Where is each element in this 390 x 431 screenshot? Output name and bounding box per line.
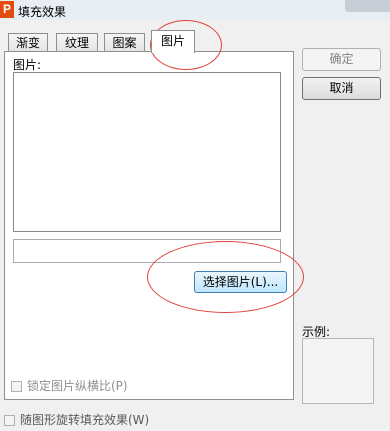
picture-path-field [13,239,281,263]
cancel-button[interactable]: 取消 [302,77,381,100]
window-title: 填充效果 [18,5,67,19]
sample-preview [302,338,374,404]
tab-gradient[interactable]: 渐变 [8,33,48,52]
tab-pattern[interactable]: 图案 [104,33,145,52]
title-bar: P 填充效果 [0,0,390,20]
tab-picture[interactable]: 图片 [151,30,195,53]
window-close-button[interactable] [345,0,390,12]
rotate-with-shape-label: 随图形旋转填充效果(W) [20,413,150,427]
lock-aspect-ratio-checkbox[interactable] [11,381,22,392]
app-logo-icon: P [0,1,14,18]
select-picture-button[interactable]: 选择图片(L)... [194,271,287,293]
rotate-with-shape-checkbox[interactable] [4,415,15,426]
tab-texture[interactable]: 纹理 [56,33,98,52]
ok-button[interactable]: 确定 [302,48,381,71]
picture-preview [13,72,281,232]
lock-aspect-ratio-label: 锁定图片纵横比(P) [27,379,128,393]
lock-aspect-ratio-option[interactable]: 锁定图片纵横比(P) [11,377,128,394]
picture-label: 图片: [13,58,42,72]
rotate-with-shape-option[interactable]: 随图形旋转填充效果(W) [4,411,149,428]
picture-tab-panel: 图片: 选择图片(L)... 锁定图片纵横比(P) [4,51,294,400]
